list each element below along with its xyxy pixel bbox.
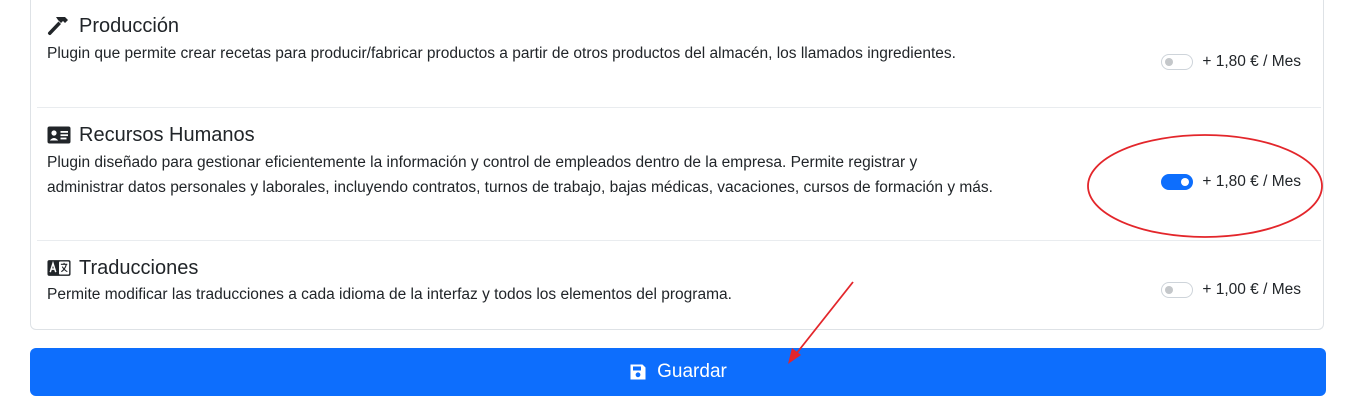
id-card-icon — [47, 125, 71, 145]
plugin-price: + 1,00 € / Mes — [1202, 281, 1301, 298]
plugin-price: + 1,80 € / Mes — [1202, 53, 1301, 70]
save-button[interactable]: Guardar — [30, 348, 1326, 396]
translate-icon — [47, 258, 71, 278]
plugin-price-control: + 1,00 € / Mes — [1161, 281, 1301, 299]
plugin-description: Plugin que permite crear recetas para pr… — [47, 45, 956, 62]
plugin-name: Recursos Humanos — [79, 124, 255, 146]
plugin-name: Traducciones — [79, 257, 199, 279]
plugin-price-control: + 1,80 € / Mes — [1161, 173, 1301, 191]
plugins-card: Producción Plugin que permite crear rece… — [30, 0, 1324, 330]
plugin-row-produccion: Producción Plugin que permite crear rece… — [37, 0, 1321, 108]
plugin-toggle[interactable] — [1161, 282, 1194, 298]
plugin-description: Plugin diseñado para gestionar eficiente… — [47, 154, 993, 196]
plugin-price-control: + 1,80 € / Mes — [1161, 53, 1301, 71]
plugin-description: Permite modificar las traducciones a cad… — [47, 286, 732, 303]
save-button-label: Guardar — [657, 361, 727, 382]
plugin-title: Recursos Humanos — [47, 123, 255, 147]
plugin-row-recursos-humanos: Recursos Humanos Plugin diseñado para ge… — [37, 108, 1321, 241]
plugin-name: Producción — [79, 15, 180, 37]
save-icon — [629, 363, 647, 381]
plugin-title: Producción — [47, 14, 179, 38]
plugin-toggle[interactable] — [1161, 54, 1194, 70]
plugin-price: + 1,80 € / Mes — [1202, 173, 1301, 190]
hammer-icon — [47, 16, 71, 36]
plugin-row-traducciones: Traducciones Permite modificar las tradu… — [37, 241, 1321, 329]
plugin-title: Traducciones — [47, 256, 198, 280]
plugin-toggle[interactable] — [1161, 174, 1194, 190]
